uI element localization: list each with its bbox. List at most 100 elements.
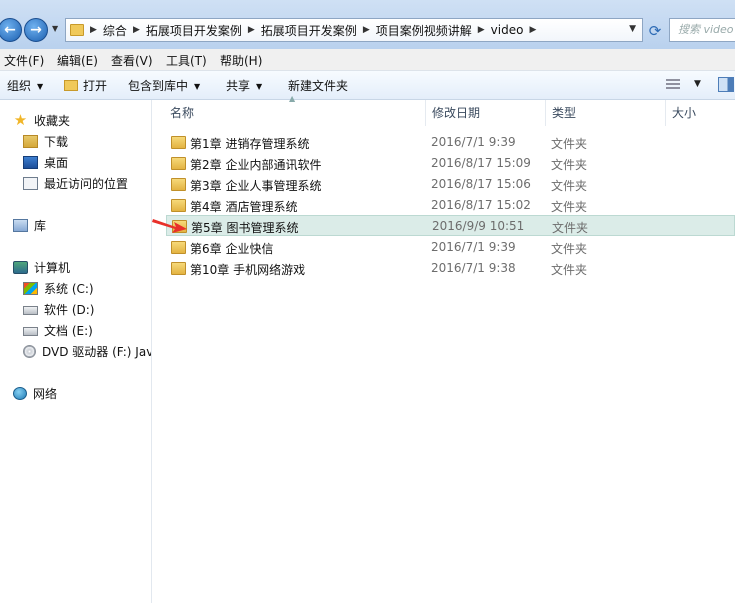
preview-pane-icon[interactable] xyxy=(718,77,734,92)
include-in-library-button[interactable]: 包含到库中 ▼ xyxy=(128,77,200,94)
breadcrumb-3[interactable]: 项目案例视频讲解 xyxy=(376,22,472,39)
file-modified: 2016/8/17 15:06 xyxy=(431,177,531,191)
menu-bar: 文件(F) 编辑(E) 查看(V) 工具(T) 帮助(H) xyxy=(0,49,735,71)
nav-label: 计算机 xyxy=(34,260,71,275)
chevron-right-icon[interactable]: ▶ xyxy=(133,25,140,35)
nav-computer[interactable]: 计算机 xyxy=(13,258,70,276)
column-modified[interactable]: 修改日期 xyxy=(426,100,546,126)
view-options-icon[interactable] xyxy=(666,79,680,91)
system-drive-icon xyxy=(23,281,38,295)
chevron-right-icon[interactable]: ▶ xyxy=(529,25,536,35)
library-icon xyxy=(13,218,28,232)
folder-open-icon xyxy=(64,80,78,91)
file-name: 第1章 进销存管理系统 xyxy=(190,137,310,151)
breadcrumb-4[interactable]: video xyxy=(491,23,524,37)
nav-label: 软件 (D:) xyxy=(44,302,95,317)
recent-pages-dropdown[interactable]: ▼ xyxy=(52,24,62,36)
nav-drive-d[interactable]: 软件 (D:) xyxy=(23,300,94,318)
file-type: 文件夹 xyxy=(551,263,588,277)
new-folder-button[interactable]: 新建文件夹 xyxy=(288,77,348,94)
column-name[interactable]: 名称 xyxy=(164,100,426,126)
chevron-right-icon[interactable]: ▶ xyxy=(90,25,97,35)
nav-drive-f[interactable]: DVD 驱动器 (F:) Java xyxy=(23,342,151,360)
search-input[interactable]: 搜索 video xyxy=(669,18,735,42)
menu-edit[interactable]: 编辑(E) xyxy=(57,52,98,69)
computer-icon xyxy=(13,260,28,274)
nav-desktop[interactable]: 桌面 xyxy=(23,153,68,171)
chevron-down-icon: ▼ xyxy=(256,82,263,91)
file-row[interactable]: 第2章 企业内部通讯软件 2016/8/17 15:09 文件夹 xyxy=(166,153,735,174)
file-row[interactable]: 第4章 酒店管理系统 2016/8/17 15:02 文件夹 xyxy=(166,195,735,216)
share-button[interactable]: 共享 ▼ xyxy=(226,77,262,94)
chevron-right-icon[interactable]: ▶ xyxy=(478,25,485,35)
file-type: 文件夹 xyxy=(551,242,588,256)
menu-view[interactable]: 查看(V) xyxy=(111,52,153,69)
file-row[interactable]: 第10章 手机网络游戏 2016/7/1 9:38 文件夹 xyxy=(166,258,735,279)
nav-drive-c[interactable]: 系统 (C:) xyxy=(23,279,94,297)
file-name: 第5章 图书管理系统 xyxy=(191,221,299,235)
folder-icon xyxy=(171,241,186,254)
nav-label: DVD 驱动器 (F:) Java xyxy=(42,344,151,359)
file-modified: 2016/8/17 15:02 xyxy=(431,198,531,212)
address-box[interactable]: ▶ 综合 ▶ 拓展项目开发案例 ▶ 拓展项目开发案例 ▶ 项目案例视频讲解 ▶ … xyxy=(65,18,643,42)
nav-favorites[interactable]: ★ 收藏夹 xyxy=(13,111,70,129)
file-name: 第10章 手机网络游戏 xyxy=(190,263,306,277)
folder-icon xyxy=(171,199,186,212)
star-icon: ★ xyxy=(13,110,28,129)
file-modified: 2016/7/1 9:38 xyxy=(431,261,516,275)
arrow-shape xyxy=(152,219,187,233)
file-modified: 2016/7/1 9:39 xyxy=(431,135,516,149)
file-type: 文件夹 xyxy=(551,200,588,214)
desktop-icon xyxy=(23,155,38,169)
chevron-right-icon[interactable]: ▶ xyxy=(363,25,370,35)
nav-label: 网络 xyxy=(33,386,58,401)
breadcrumb-2[interactable]: 拓展项目开发案例 xyxy=(261,22,357,39)
file-row[interactable]: 第1章 进销存管理系统 2016/7/1 9:39 文件夹 xyxy=(166,132,735,153)
column-size[interactable]: 大小 xyxy=(666,100,735,126)
command-bar: 组织 ▼ 打开 包含到库中 ▼ 共享 ▼ 新建文件夹 ▼ xyxy=(0,71,735,100)
hard-drive-icon xyxy=(23,306,38,315)
organize-button[interactable]: 组织 ▼ xyxy=(7,77,43,94)
red-arrow-annotation-icon xyxy=(152,219,187,233)
folder-icon xyxy=(171,157,186,170)
forward-button[interactable]: → xyxy=(24,18,48,42)
organize-label: 组织 xyxy=(7,79,32,93)
folder-icon xyxy=(171,178,186,191)
breadcrumb-1[interactable]: 拓展项目开发案例 xyxy=(146,22,242,39)
back-button[interactable]: ← xyxy=(0,18,22,42)
file-row[interactable]: 第3章 企业人事管理系统 2016/8/17 15:06 文件夹 xyxy=(166,174,735,195)
nav-drive-e[interactable]: 文档 (E:) xyxy=(23,321,93,339)
downloads-folder-icon xyxy=(23,134,38,148)
refresh-icon[interactable]: ⟳ xyxy=(646,22,664,40)
breadcrumb-0[interactable]: 综合 xyxy=(103,22,127,39)
file-type: 文件夹 xyxy=(552,221,589,235)
nav-label: 文档 (E:) xyxy=(44,323,93,338)
arrow-right-icon: → xyxy=(30,22,42,38)
open-label: 打开 xyxy=(83,79,108,93)
open-button[interactable]: 打开 xyxy=(64,77,107,94)
nav-recent[interactable]: 最近访问的位置 xyxy=(23,174,128,192)
hard-drive-icon xyxy=(23,327,38,336)
file-list: ▲ 名称 修改日期 类型 大小 第1章 进销存管理系统 2016/7/1 9:3… xyxy=(152,94,735,603)
nav-downloads[interactable]: 下载 xyxy=(23,132,68,150)
address-dropdown-icon[interactable]: ▼ xyxy=(629,24,636,34)
file-type: 文件夹 xyxy=(551,179,588,193)
arrow-left-icon: ← xyxy=(4,22,16,38)
chevron-right-icon[interactable]: ▶ xyxy=(248,25,255,35)
chevron-down-icon[interactable]: ▼ xyxy=(694,79,701,89)
network-icon xyxy=(13,386,27,400)
menu-file[interactable]: 文件(F) xyxy=(4,52,44,69)
menu-help[interactable]: 帮助(H) xyxy=(220,52,262,69)
column-type[interactable]: 类型 xyxy=(546,100,666,126)
nav-network[interactable]: 网络 xyxy=(13,384,57,402)
file-name: 第2章 企业内部通讯软件 xyxy=(190,158,322,172)
nav-label: 收藏夹 xyxy=(34,113,71,128)
nav-libraries[interactable]: 库 xyxy=(13,216,46,234)
file-row-selected[interactable]: 第5章 图书管理系统 2016/9/9 10:51 文件夹 xyxy=(166,215,735,236)
menu-tools[interactable]: 工具(T) xyxy=(166,52,207,69)
navigation-pane: ★ 收藏夹 下载 桌面 最近访问的位置 库 计算机 系统 (C:) 软件 (D:)… xyxy=(0,100,152,603)
file-row[interactable]: 第6章 企业快信 2016/7/1 9:39 文件夹 xyxy=(166,237,735,258)
chevron-down-icon: ▼ xyxy=(52,24,59,33)
recent-places-icon xyxy=(23,176,38,190)
file-modified: 2016/8/17 15:09 xyxy=(431,156,531,170)
